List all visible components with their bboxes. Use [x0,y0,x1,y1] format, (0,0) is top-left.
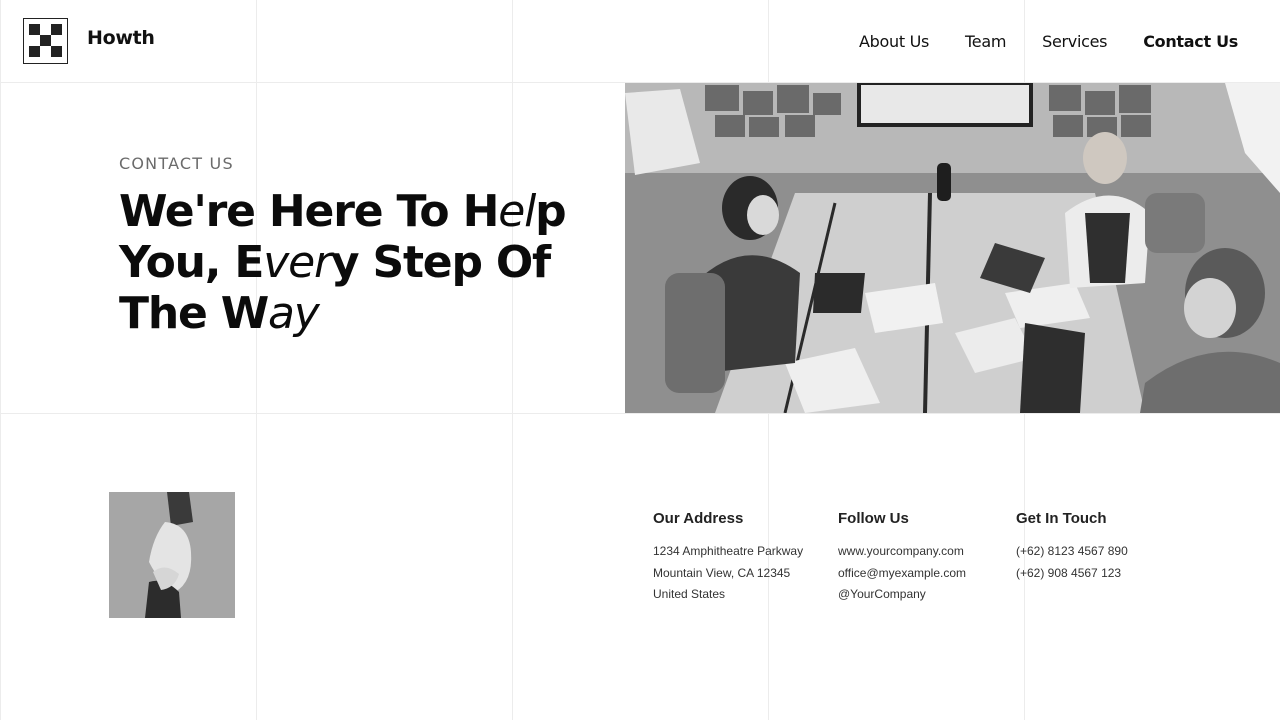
hero-text: CONTACT US We're Here To Help You, Every… [119,154,589,339]
address-block: Our Address 1234 Amphitheatre Parkway Mo… [653,510,803,606]
phone-link[interactable]: (+62) 908 4567 123 [1016,563,1128,585]
address-line: 1234 Amphitheatre Parkway [653,544,804,558]
contact-title: Get In Touch [1016,510,1107,527]
site-header: Howth About Us Team Services Contact Us [0,0,1280,82]
contact-block: Get In Touch (+62) 8123 4567 890 (+62) 9… [1016,510,1128,584]
address-line: Mountain View, CA 12345 [653,565,791,580]
email-link[interactable]: office@myexample.com [838,563,966,585]
section-eyebrow: CONTACT US [119,154,234,173]
handshake-photo [109,492,235,618]
phone-link[interactable]: (+62) 8123 4567 890 [1016,541,1128,563]
follow-title: Follow Us [838,510,909,527]
nav-about-us[interactable]: About Us [859,32,929,51]
address-title: Our Address [653,510,744,527]
nav-team[interactable]: Team [965,32,1006,51]
nav-services[interactable]: Services [1042,32,1107,51]
main-nav: About Us Team Services Contact Us [859,32,1238,51]
follow-block: Follow Us www.yourcompany.com office@mye… [838,510,966,606]
checker-logo-icon[interactable] [23,18,68,64]
meeting-photo [625,83,1280,413]
nav-contact-us[interactable]: Contact Us [1143,32,1238,51]
hero-headline: We're Here To Help You, Every Step Of Th… [119,186,567,339]
website-link[interactable]: www.yourcompany.com [838,541,966,563]
brand-name[interactable]: Howth [87,27,155,49]
social-handle-link[interactable]: @YourCompany [838,584,966,606]
address-line: United States [653,587,726,601]
